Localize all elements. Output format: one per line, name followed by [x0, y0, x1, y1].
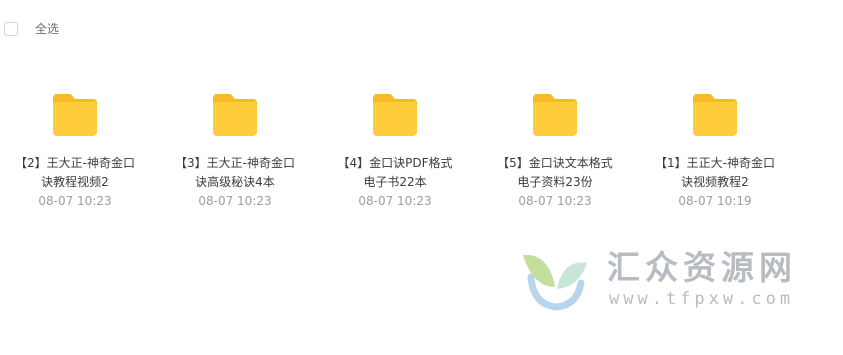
folder-name[interactable]: 【3】王大正-神奇金口诀高级秘诀4本	[170, 154, 300, 192]
folder-time: 08-07 10:19	[678, 194, 752, 208]
folder-icon	[373, 94, 417, 136]
watermark-url: www.tfpxw.com	[609, 289, 795, 309]
folder-item[interactable]: 【5】金口诀文本格式电子资料23份 08-07 10:23	[490, 92, 620, 209]
folder-item[interactable]: 【4】金口诀PDF格式电子书22本 08-07 10:23	[330, 92, 460, 209]
folder-icon	[533, 94, 577, 136]
folder-item[interactable]: 【2】王大正-神奇金口诀教程视频2 08-07 10:23	[10, 92, 140, 209]
folder-time: 08-07 10:23	[358, 194, 432, 208]
watermark-logo-icon	[523, 254, 587, 311]
folder-time: 08-07 10:23	[38, 194, 112, 208]
folder-icon	[693, 94, 737, 136]
folder-icon	[213, 94, 257, 136]
folder-name[interactable]: 【1】王正大-神奇金口诀视频教程2	[650, 154, 780, 192]
folder-name[interactable]: 【4】金口诀PDF格式电子书22本	[330, 154, 460, 192]
folder-name[interactable]: 【2】王大正-神奇金口诀教程视频2	[10, 154, 140, 192]
folder-item[interactable]: 【1】王正大-神奇金口诀视频教程2 08-07 10:19	[650, 92, 780, 209]
watermark: 汇众资源网 www.tfpxw.com	[519, 247, 809, 317]
folder-time: 08-07 10:23	[518, 194, 592, 208]
folder-icon	[53, 94, 97, 136]
folder-name[interactable]: 【5】金口诀文本格式电子资料23份	[490, 154, 620, 192]
folder-item[interactable]: 【3】王大正-神奇金口诀高级秘诀4本 08-07 10:23	[170, 92, 300, 209]
folder-time: 08-07 10:23	[198, 194, 272, 208]
watermark-title: 汇众资源网	[607, 248, 797, 287]
